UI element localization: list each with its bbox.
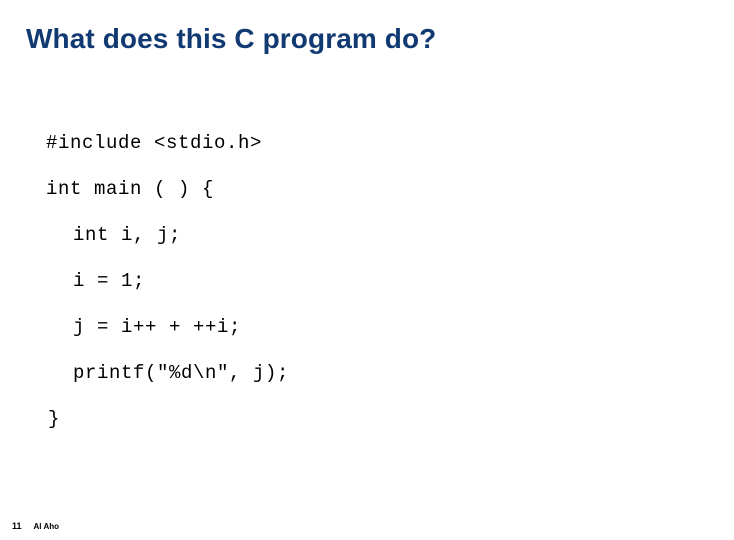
code-line: int i, j;: [73, 224, 182, 246]
code-line: #include <stdio.h>: [46, 132, 263, 154]
code-block: #include <stdio.h> int main ( ) { int i,…: [46, 120, 666, 442]
code-line: }: [48, 408, 61, 430]
footer-author: Al Aho: [33, 522, 59, 531]
code-line: j = i++ + ++i;: [73, 316, 242, 338]
slide-canvas: What does this C program do? #include <s…: [0, 0, 734, 540]
slide-number: 11: [12, 521, 22, 531]
slide-footer: 11 Al Aho: [12, 521, 59, 532]
page-title: What does this C program do?: [26, 23, 437, 54]
code-line: i = 1;: [73, 270, 146, 292]
code-line: printf("%d\n", j);: [73, 362, 290, 384]
code-line: int main ( ) {: [46, 178, 215, 200]
